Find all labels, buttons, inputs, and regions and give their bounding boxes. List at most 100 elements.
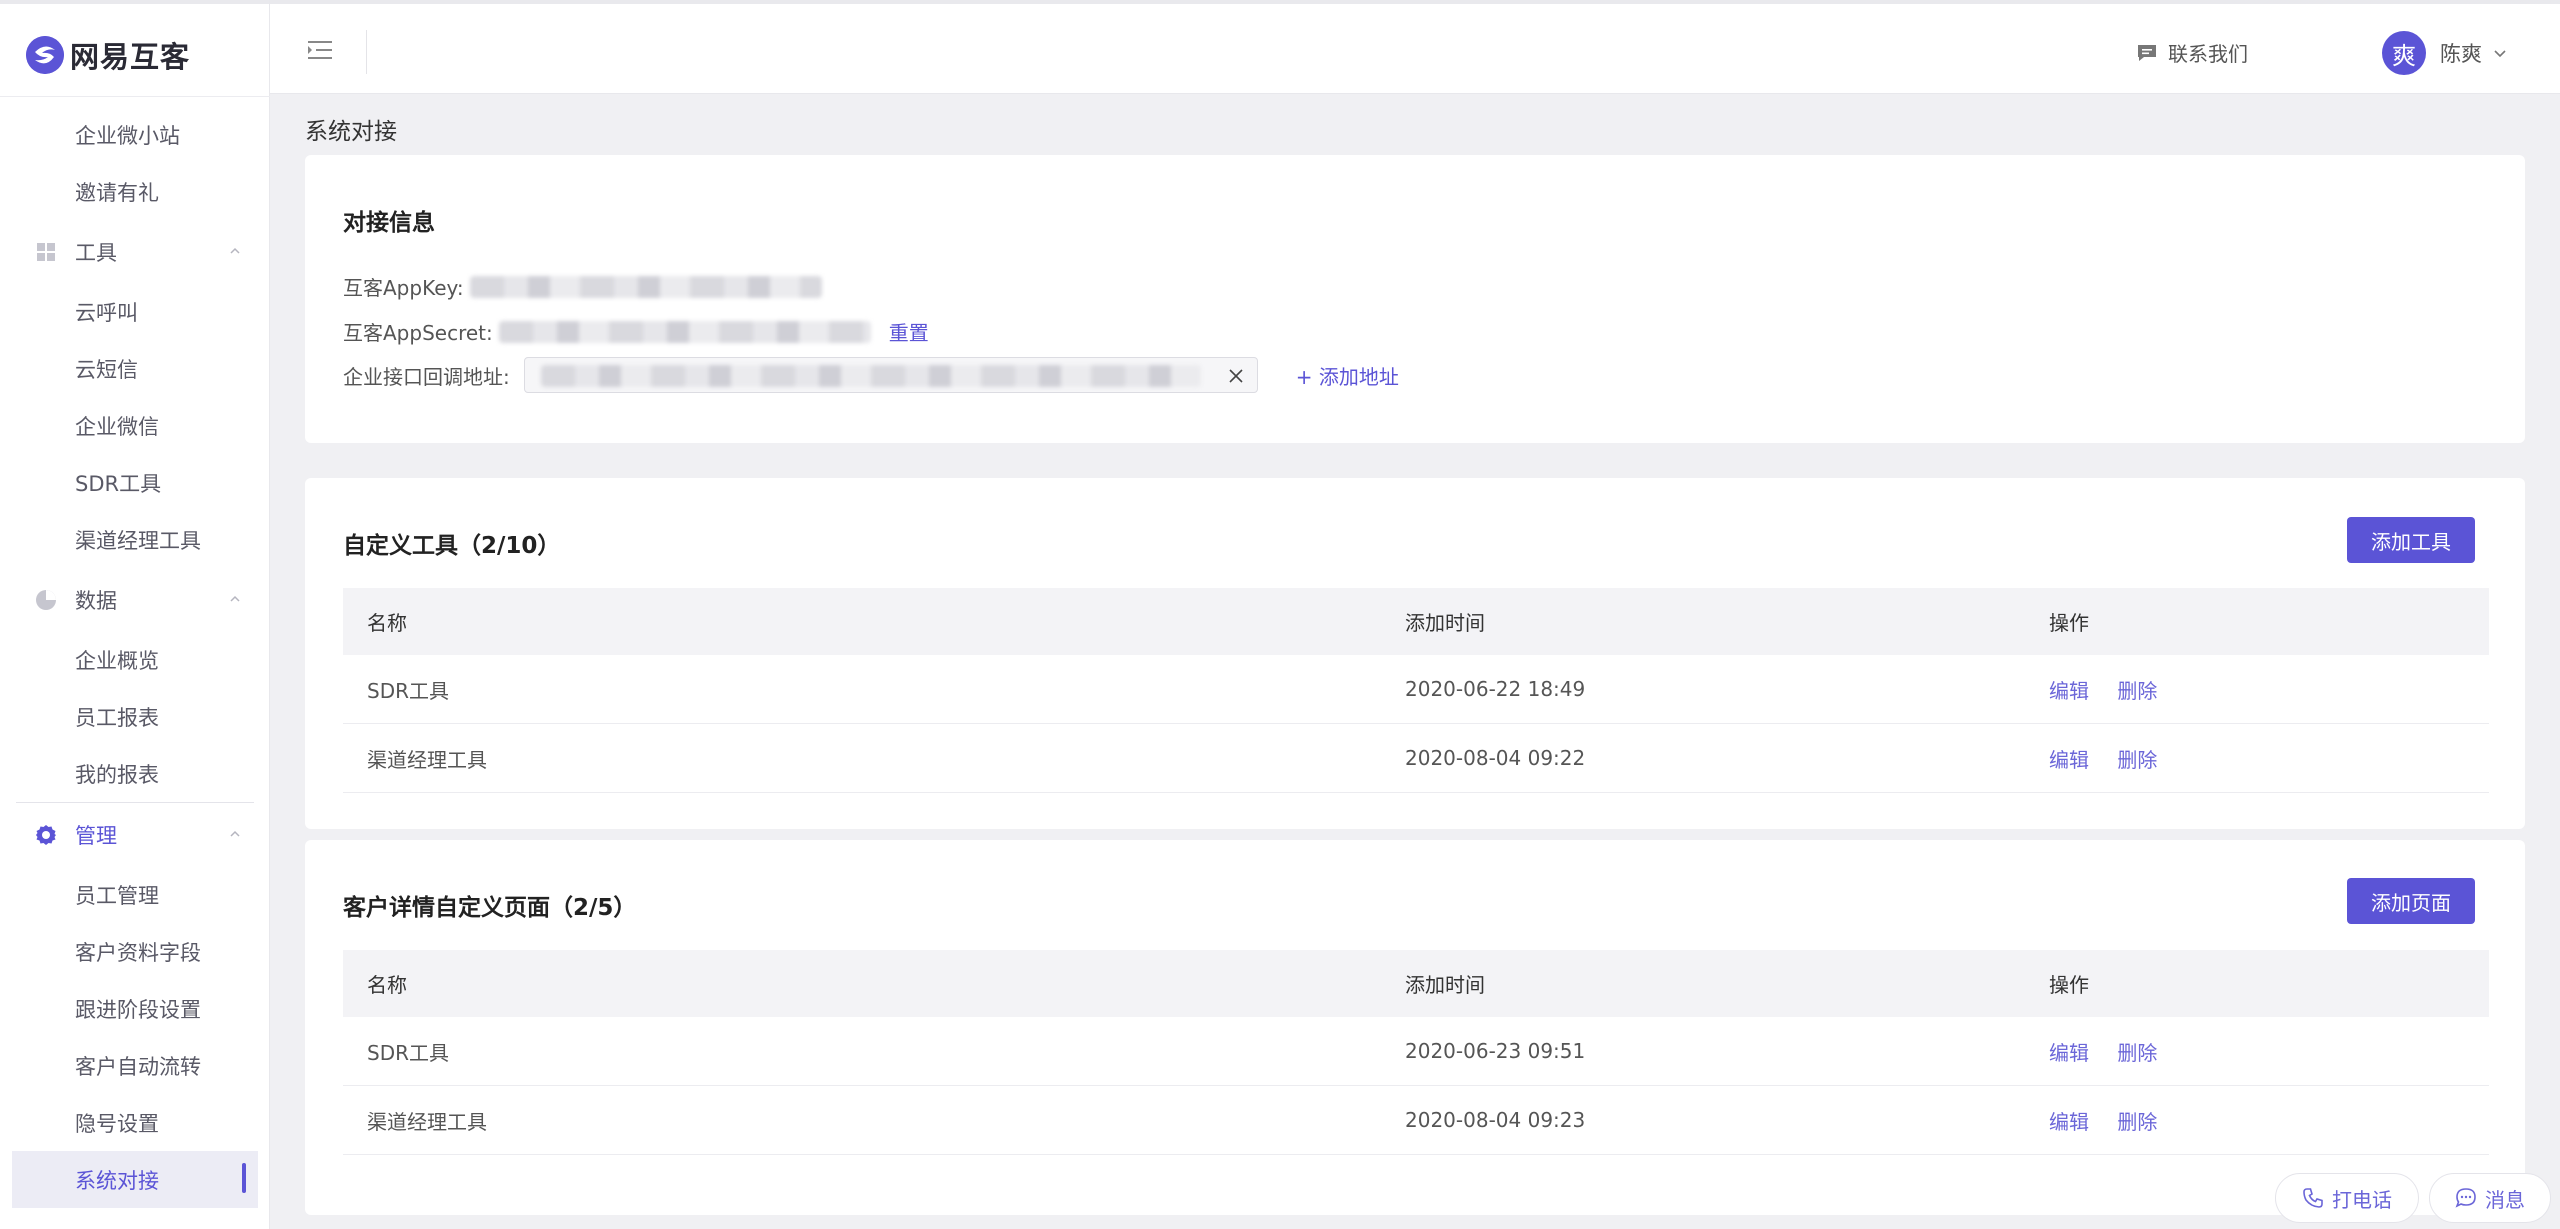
page-title: 系统对接: [305, 119, 397, 145]
sidebar-group-tools[interactable]: 工具: [0, 220, 270, 283]
delete-link[interactable]: 删除: [2117, 679, 2157, 703]
table-row: 渠道经理工具 2020-08-04 09:23 编辑 删除: [343, 1086, 2489, 1155]
close-icon[interactable]: [1227, 367, 1245, 385]
custom-pages-table: 名称 添加时间 操作 SDR工具 2020-06-23 09:51 编辑 删除 …: [343, 950, 2489, 1155]
sidebar-item-staff-management[interactable]: 员工管理: [0, 866, 270, 923]
custom-pages-card: 客户详情自定义页面（2/5） 添加页面 名称 添加时间 操作 SDR工具 202…: [305, 840, 2525, 1215]
sidebar-item-staff-report[interactable]: 员工报表: [0, 688, 270, 745]
menu-collapse-icon[interactable]: [306, 38, 334, 62]
sidebar: 网易互客 企业微小站 邀请有礼 工具 云呼叫 云短信 企业微信 SDR工具 渠道…: [0, 0, 270, 1229]
column-header-name: 名称: [367, 611, 407, 635]
contact-label: 联系我们: [2168, 42, 2248, 66]
sidebar-item-auto-transfer[interactable]: 客户自动流转: [0, 1037, 270, 1094]
reset-link[interactable]: 重置: [889, 317, 929, 346]
cell-name: 渠道经理工具: [367, 1109, 487, 1134]
pie-chart-icon: [34, 588, 58, 612]
message-icon: [2455, 1188, 2476, 1208]
sidebar-nav: 企业微小站 邀请有礼 工具 云呼叫 云短信 企业微信 SDR工具 渠道经理工具 …: [0, 106, 270, 1208]
sidebar-item-system-integration[interactable]: 系统对接: [12, 1151, 258, 1208]
divider: [366, 30, 367, 74]
delete-link[interactable]: 删除: [2117, 748, 2157, 772]
sidebar-group-label: 工具: [75, 240, 117, 265]
delete-link[interactable]: 删除: [2117, 1110, 2157, 1134]
column-header-time: 添加时间: [1405, 973, 1485, 997]
sidebar-item-sdr-tool[interactable]: SDR工具: [0, 454, 270, 511]
sidebar-group-manage[interactable]: 管理: [0, 803, 270, 866]
cell-actions: 编辑 删除: [2049, 1106, 2489, 1135]
chevron-down-icon: [2494, 50, 2506, 58]
sidebar-item-cloud-call[interactable]: 云呼叫: [0, 283, 270, 340]
sidebar-group-label: 管理: [75, 823, 117, 848]
callback-row: 企业接口回调地址: + 添加地址: [343, 357, 1399, 393]
cell-name: 渠道经理工具: [367, 747, 487, 772]
custom-tools-table: 名称 添加时间 操作 SDR工具 2020-06-22 18:49 编辑 删除 …: [343, 588, 2489, 793]
logo-icon: [26, 36, 64, 74]
cell-time: 2020-06-23 09:51: [1405, 1039, 1586, 1063]
top-header: 联系我们 爽 陈爽: [270, 0, 2560, 94]
call-label: 打电话: [2332, 1187, 2392, 1212]
message-button[interactable]: 消息: [2429, 1173, 2551, 1223]
divider: [0, 96, 270, 97]
cell-actions: 编辑 删除: [2049, 1037, 2489, 1066]
chevron-up-icon: [230, 830, 240, 837]
sidebar-group-data[interactable]: 数据: [0, 568, 270, 631]
appkey-row: 互客AppKey:: [343, 272, 822, 301]
sidebar-item-invite[interactable]: 邀请有礼: [0, 163, 270, 220]
sidebar-item-wecom[interactable]: 企业微信: [0, 397, 270, 454]
cell-actions: 编辑 删除: [2049, 675, 2489, 704]
add-address-link[interactable]: + 添加地址: [1296, 361, 1399, 390]
custom-tools-card: 自定义工具（2/10） 添加工具 名称 添加时间 操作 SDR工具 2020-0…: [305, 478, 2525, 829]
edit-link[interactable]: 编辑: [2049, 679, 2089, 703]
table-header: 名称 添加时间 操作: [343, 950, 2489, 1017]
cell-time: 2020-08-04 09:23: [1405, 1108, 1586, 1132]
column-header-time: 添加时间: [1405, 611, 1485, 635]
call-button[interactable]: 打电话: [2275, 1173, 2419, 1223]
section-title: 客户详情自定义页面（2/5）: [343, 895, 637, 921]
add-page-button[interactable]: 添加页面: [2347, 878, 2475, 924]
grid-icon: [34, 240, 58, 264]
column-header-actions: 操作: [2049, 611, 2089, 635]
appsecret-value-masked: [498, 320, 871, 343]
sidebar-item-hidden-number[interactable]: 隐号设置: [0, 1094, 270, 1151]
logo-text: 网易互客: [70, 40, 191, 74]
cell-actions: 编辑 删除: [2049, 744, 2489, 773]
message-label: 消息: [2485, 1187, 2525, 1212]
add-tool-button[interactable]: 添加工具: [2347, 517, 2475, 563]
user-menu[interactable]: 爽 陈爽: [2382, 31, 2508, 75]
sidebar-item-channel-manager-tool[interactable]: 渠道经理工具: [0, 511, 270, 568]
logo[interactable]: 网易互客: [26, 32, 190, 78]
table-row: 渠道经理工具 2020-08-04 09:22 编辑 删除: [343, 724, 2489, 793]
sidebar-item-follow-stages[interactable]: 跟进阶段设置: [0, 980, 270, 1037]
chevron-up-icon: [230, 595, 240, 602]
sidebar-item-micro-site[interactable]: 企业微小站: [0, 106, 270, 163]
callback-url-masked: [540, 365, 1201, 387]
edit-link[interactable]: 编辑: [2049, 1110, 2089, 1134]
column-header-name: 名称: [367, 973, 407, 997]
avatar: 爽: [2382, 31, 2426, 75]
cell-name: SDR工具: [367, 1040, 449, 1065]
cell-time: 2020-06-22 18:49: [1405, 677, 1586, 701]
sidebar-item-overview[interactable]: 企业概览: [0, 631, 270, 688]
table-header: 名称 添加时间 操作: [343, 588, 2489, 655]
appsecret-label: 互客AppSecret:: [343, 321, 493, 345]
sidebar-item-cloud-sms[interactable]: 云短信: [0, 340, 270, 397]
table-row: SDR工具 2020-06-23 09:51 编辑 删除: [343, 1017, 2489, 1086]
sidebar-item-customer-fields[interactable]: 客户资料字段: [0, 923, 270, 980]
chevron-up-icon: [230, 247, 240, 254]
section-title: 自定义工具（2/10）: [343, 533, 561, 559]
edit-link[interactable]: 编辑: [2049, 1041, 2089, 1065]
integration-info-card: 对接信息 互客AppKey: 互客AppSecret: 重置 企业接口回调地址:…: [305, 155, 2525, 443]
sidebar-item-my-report[interactable]: 我的报表: [0, 745, 270, 802]
sidebar-group-label: 数据: [75, 588, 117, 613]
delete-link[interactable]: 删除: [2117, 1041, 2157, 1065]
column-header-actions: 操作: [2049, 973, 2089, 997]
callback-url-input[interactable]: [523, 357, 1258, 393]
contact-us-link[interactable]: 联系我们: [2136, 38, 2248, 67]
phone-icon: [2303, 1188, 2323, 1208]
section-title: 对接信息: [343, 210, 435, 236]
cell-time: 2020-08-04 09:22: [1405, 746, 1586, 770]
edit-link[interactable]: 编辑: [2049, 748, 2089, 772]
appkey-label: 互客AppKey:: [343, 276, 464, 300]
appkey-value-masked: [469, 275, 822, 298]
gear-icon: [34, 823, 58, 847]
